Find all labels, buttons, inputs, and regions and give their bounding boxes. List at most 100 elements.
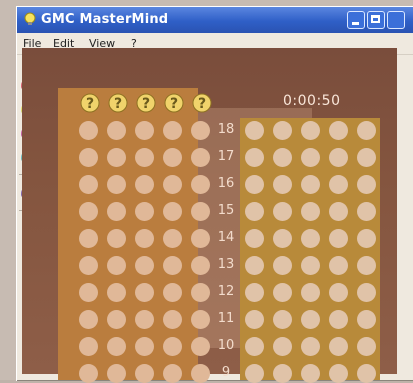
feedback-slot[interactable] [329,364,348,383]
feedback-slot[interactable] [357,202,376,221]
guess-slot[interactable] [107,175,126,194]
feedback-slot[interactable] [245,310,264,329]
guess-slot[interactable] [163,148,182,167]
guess-slot[interactable] [107,148,126,167]
feedback-slot[interactable] [301,337,320,356]
feedback-slot[interactable] [245,148,264,167]
feedback-slot[interactable] [273,256,292,275]
feedback-slot[interactable] [273,310,292,329]
guess-slot[interactable] [107,202,126,221]
guess-slot[interactable] [191,337,210,356]
guess-slot[interactable] [79,364,98,383]
guess-slot[interactable] [135,310,154,329]
guess-slot[interactable] [163,310,182,329]
feedback-slot[interactable] [329,202,348,221]
feedback-slot[interactable] [273,175,292,194]
feedback-slot[interactable] [329,310,348,329]
feedback-slot[interactable] [329,337,348,356]
guess-slot[interactable] [135,121,154,140]
feedback-slot[interactable] [301,148,320,167]
feedback-slot[interactable] [357,310,376,329]
guess-slot[interactable] [191,364,210,383]
feedback-slot[interactable] [301,310,320,329]
guess-slot[interactable] [135,202,154,221]
guess-slot[interactable] [79,121,98,140]
feedback-slot[interactable] [245,337,264,356]
minimize-button[interactable] [347,11,365,29]
feedback-slot[interactable] [329,229,348,248]
feedback-slot[interactable] [245,283,264,302]
guess-slot[interactable] [191,229,210,248]
guess-slot[interactable] [79,148,98,167]
guess-slot[interactable] [79,202,98,221]
feedback-slot[interactable] [357,229,376,248]
guess-slot[interactable] [163,229,182,248]
feedback-slot[interactable] [273,148,292,167]
guess-slot[interactable] [163,202,182,221]
feedback-slot[interactable] [357,337,376,356]
guess-slot[interactable] [163,364,182,383]
guess-slot[interactable] [191,175,210,194]
close-button[interactable] [387,11,405,29]
guess-slot[interactable] [135,337,154,356]
feedback-slot[interactable] [357,256,376,275]
guess-slot[interactable] [191,310,210,329]
feedback-slot[interactable] [301,229,320,248]
feedback-slot[interactable] [357,175,376,194]
guess-slot[interactable] [79,310,98,329]
guess-slot[interactable] [191,121,210,140]
guess-slot[interactable] [191,148,210,167]
guess-slot[interactable] [135,283,154,302]
feedback-slot[interactable] [301,256,320,275]
feedback-slot[interactable] [329,283,348,302]
feedback-slot[interactable] [273,202,292,221]
guess-slot[interactable] [79,229,98,248]
feedback-slot[interactable] [329,148,348,167]
guess-slot[interactable] [107,337,126,356]
guess-slot[interactable] [135,229,154,248]
feedback-slot[interactable] [273,337,292,356]
guess-slot[interactable] [135,364,154,383]
feedback-slot[interactable] [245,202,264,221]
feedback-slot[interactable] [357,148,376,167]
feedback-slot[interactable] [301,202,320,221]
guess-slot[interactable] [79,337,98,356]
maximize-button[interactable] [367,11,385,29]
feedback-slot[interactable] [329,121,348,140]
guess-slot[interactable] [107,283,126,302]
feedback-slot[interactable] [329,256,348,275]
feedback-slot[interactable] [245,121,264,140]
feedback-slot[interactable] [273,283,292,302]
feedback-slot[interactable] [357,121,376,140]
feedback-slot[interactable] [301,364,320,383]
guess-slot[interactable] [107,364,126,383]
guess-slot[interactable] [107,310,126,329]
guess-slot[interactable] [135,256,154,275]
feedback-slot[interactable] [245,256,264,275]
guess-slot[interactable] [107,229,126,248]
feedback-slot[interactable] [273,364,292,383]
guess-slot[interactable] [79,175,98,194]
guess-slot[interactable] [163,256,182,275]
guess-slot[interactable] [163,337,182,356]
title-bar[interactable]: GMC MasterMind [17,7,413,33]
guess-slot[interactable] [135,175,154,194]
guess-slot[interactable] [163,175,182,194]
feedback-slot[interactable] [245,175,264,194]
feedback-slot[interactable] [245,229,264,248]
guess-slot[interactable] [107,121,126,140]
feedback-slot[interactable] [245,364,264,383]
feedback-slot[interactable] [301,175,320,194]
feedback-slot[interactable] [273,121,292,140]
guess-slot[interactable] [163,121,182,140]
guess-slot[interactable] [135,148,154,167]
feedback-slot[interactable] [301,283,320,302]
feedback-slot[interactable] [273,229,292,248]
guess-slot[interactable] [191,202,210,221]
guess-slot[interactable] [79,283,98,302]
guess-slot[interactable] [163,283,182,302]
guess-slot[interactable] [191,256,210,275]
feedback-slot[interactable] [301,121,320,140]
guess-slot[interactable] [191,283,210,302]
guess-slot[interactable] [79,256,98,275]
